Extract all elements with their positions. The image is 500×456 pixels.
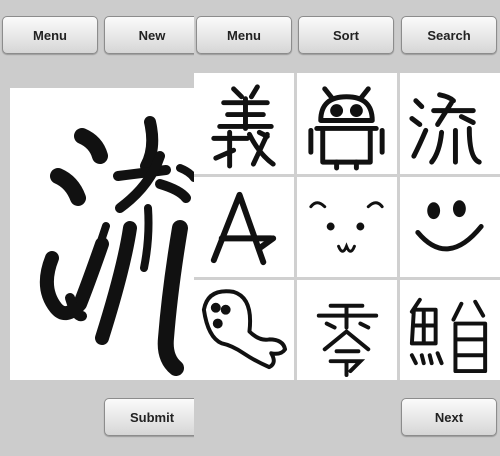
drawing-gallery-grid xyxy=(194,73,500,380)
menu-button[interactable]: Menu xyxy=(2,16,98,54)
gallery-item-kanji-gi[interactable] xyxy=(194,73,293,172)
ghost-drawing xyxy=(201,289,288,370)
drawing-canvas[interactable] xyxy=(10,88,194,380)
gallery-item-bear-face[interactable] xyxy=(297,177,396,276)
kanji-ryu-drawing xyxy=(409,92,482,165)
gallery-item-robot[interactable] xyxy=(297,73,396,172)
kanji-gi-drawing xyxy=(211,84,276,169)
sort-button[interactable]: Sort xyxy=(298,16,394,54)
smiley-face-drawing xyxy=(415,200,484,252)
letter-a-drawing xyxy=(210,191,277,266)
bear-face-drawing xyxy=(309,201,384,253)
gallery-panel: Menu Sort Search Next xyxy=(194,0,500,456)
gallery-item-ghost[interactable] xyxy=(194,280,293,379)
robot-drawing xyxy=(308,86,385,171)
kanji-tuna-drawing xyxy=(409,297,488,374)
submit-button[interactable]: Submit xyxy=(104,398,200,436)
new-button[interactable]: New xyxy=(104,16,200,54)
kanji-rei-drawing xyxy=(316,303,379,378)
gallery-item-kanji-tuna[interactable] xyxy=(400,280,499,379)
gallery-item-smiley[interactable] xyxy=(400,177,499,276)
gallery-item-kanji-rei[interactable] xyxy=(297,280,396,379)
drawing-panel: Menu New Submit xyxy=(0,0,200,456)
large-kanji-drawing xyxy=(39,116,194,376)
menu-button-right[interactable]: Menu xyxy=(196,16,292,54)
gallery-item-kanji-ryu[interactable] xyxy=(400,73,499,172)
search-button[interactable]: Search xyxy=(401,16,497,54)
next-button[interactable]: Next xyxy=(401,398,497,436)
gallery-item-letter-a[interactable] xyxy=(194,177,293,276)
